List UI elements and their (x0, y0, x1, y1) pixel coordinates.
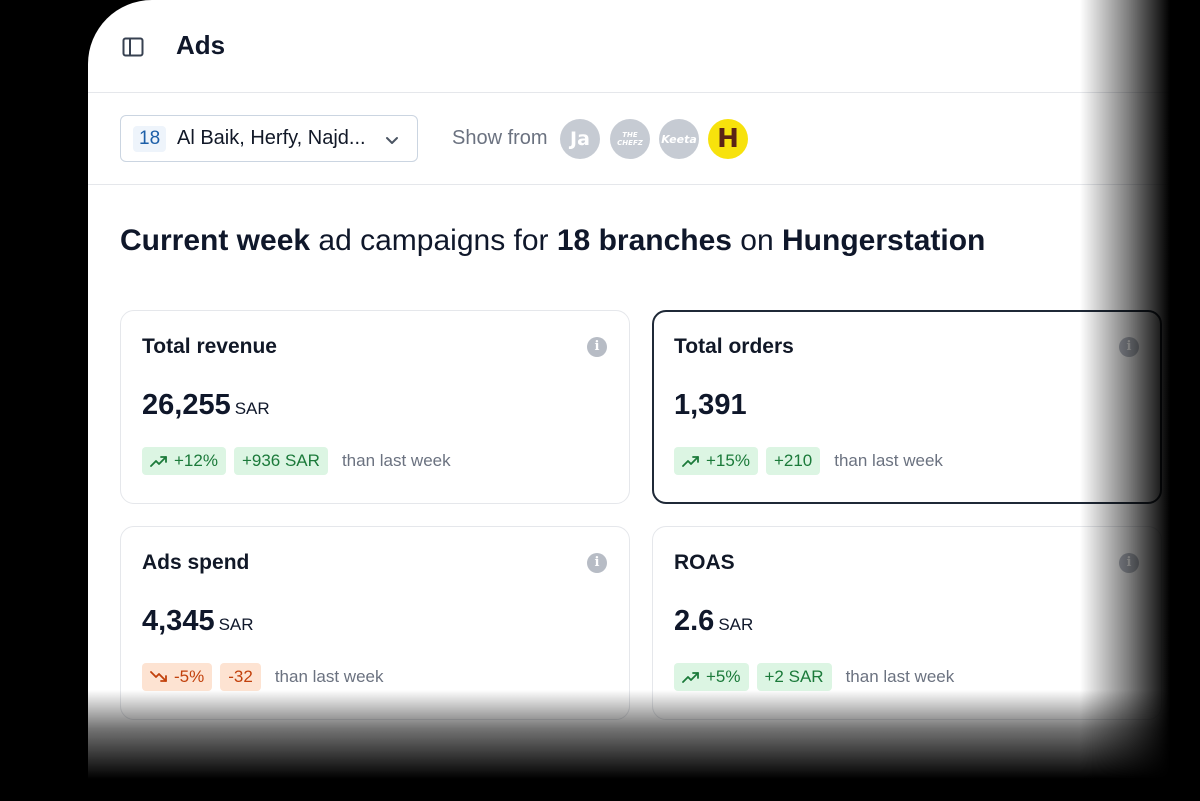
value-number: 26,255 (142, 389, 231, 421)
trend-up-icon (682, 672, 699, 683)
hungerstation-glyph: H (717, 124, 739, 154)
platform-hungerstation-logo[interactable]: H (708, 119, 748, 159)
campaign-headline: Current week ad campaigns for 18 branche… (120, 224, 985, 258)
metric-card-total-orders[interactable]: Total orders i 1,391 +15% +210 than last… (652, 310, 1162, 504)
jahez-glyph: Ja (570, 128, 590, 150)
delta-row: +5% +2 SAR than last week (674, 663, 954, 691)
info-icon[interactable]: i (1119, 553, 1139, 573)
card-title: Total revenue (142, 335, 277, 358)
delta-note: than last week (341, 451, 451, 470)
card-title: ROAS (674, 551, 735, 574)
delta-percent-badge: -5% (142, 663, 213, 691)
delta-note: than last week (834, 451, 943, 470)
info-icon[interactable]: i (587, 337, 607, 357)
card-value: 1,391 (674, 389, 747, 422)
filter-bar: 18 Al Baik, Herfy, Najd... Show from Ja … (88, 92, 1200, 185)
value-unit: SAR (218, 615, 254, 634)
delta-percent: +15% (706, 451, 750, 470)
ads-panel: Ads 18 Al Baik, Herfy, Najd... Show from… (88, 0, 1200, 801)
chevron-down-icon (386, 137, 398, 144)
value-number: 2.6 (674, 605, 715, 637)
show-from-label: Show from (452, 127, 548, 149)
delta-abs-badge: +210 (765, 447, 821, 475)
delta-percent: +5% (706, 667, 741, 686)
delta-percent-badge: +5% (674, 663, 749, 691)
value-number: 4,345 (142, 605, 215, 637)
delta-percent-badge: +12% (142, 447, 226, 475)
value-unit: SAR (718, 615, 754, 634)
sidebar-toggle-icon[interactable] (121, 35, 145, 59)
branch-select-label: Al Baik, Herfy, Najd... (177, 127, 366, 149)
card-value: 26,255 SAR (142, 389, 270, 422)
delta-row: +15% +210 than last week (674, 447, 943, 475)
platform-jahez-logo[interactable]: Ja (560, 119, 600, 159)
card-value: 2.6 SAR (674, 605, 753, 638)
delta-abs-badge: +2 SAR (756, 663, 832, 691)
platform-thechefz-logo[interactable]: THE CHEFZ (610, 119, 650, 159)
info-icon[interactable]: i (1119, 337, 1139, 357)
branch-select[interactable]: 18 Al Baik, Herfy, Najd... (120, 115, 418, 162)
chefz-glyph-2: CHEFZ (617, 139, 643, 147)
card-title: Total orders (674, 335, 794, 358)
headline-text-1: ad campaigns for (310, 224, 557, 257)
trend-up-icon (682, 456, 699, 467)
trend-up-icon (150, 456, 167, 467)
headline-text-2: on (731, 224, 783, 257)
delta-percent: -5% (174, 667, 205, 686)
page-header: Ads (88, 0, 1200, 93)
page-title: Ads (176, 30, 226, 60)
delta-row: +12% +936 SAR than last week (142, 447, 451, 475)
delta-row: -5% -32 than last week (142, 663, 384, 691)
value-unit: SAR (234, 399, 270, 418)
card-value: 4,345 SAR (142, 605, 254, 638)
headline-period: Current week (120, 224, 311, 257)
metric-card-roas[interactable]: ROAS i 2.6 SAR +5% +2 SAR than last week (652, 526, 1162, 720)
delta-percent-badge: +15% (674, 447, 758, 475)
keeta-glyph: Keeta (661, 132, 697, 146)
headline-platform: Hungerstation (782, 224, 986, 257)
delta-note: than last week (845, 667, 955, 686)
value-number: 1,391 (674, 389, 747, 421)
delta-note: than last week (274, 667, 384, 686)
delta-abs-badge: +936 SAR (233, 447, 328, 475)
metric-card-total-revenue[interactable]: Total revenue i 26,255 SAR +12% +936 SAR … (120, 310, 630, 504)
metric-card-ads-spend[interactable]: Ads spend i 4,345 SAR -5% -32 than last w… (120, 526, 630, 720)
platform-keeta-logo[interactable]: Keeta (659, 119, 699, 159)
headline-branches: 18 branches (556, 224, 732, 257)
info-icon[interactable]: i (587, 553, 607, 573)
chefz-glyph-1: THE (622, 131, 638, 139)
delta-abs-badge: -32 (220, 663, 261, 691)
card-title: Ads spend (142, 551, 250, 574)
trend-down-icon (150, 671, 167, 682)
delta-percent: +12% (174, 451, 218, 470)
branch-count-badge: 18 (133, 126, 167, 152)
